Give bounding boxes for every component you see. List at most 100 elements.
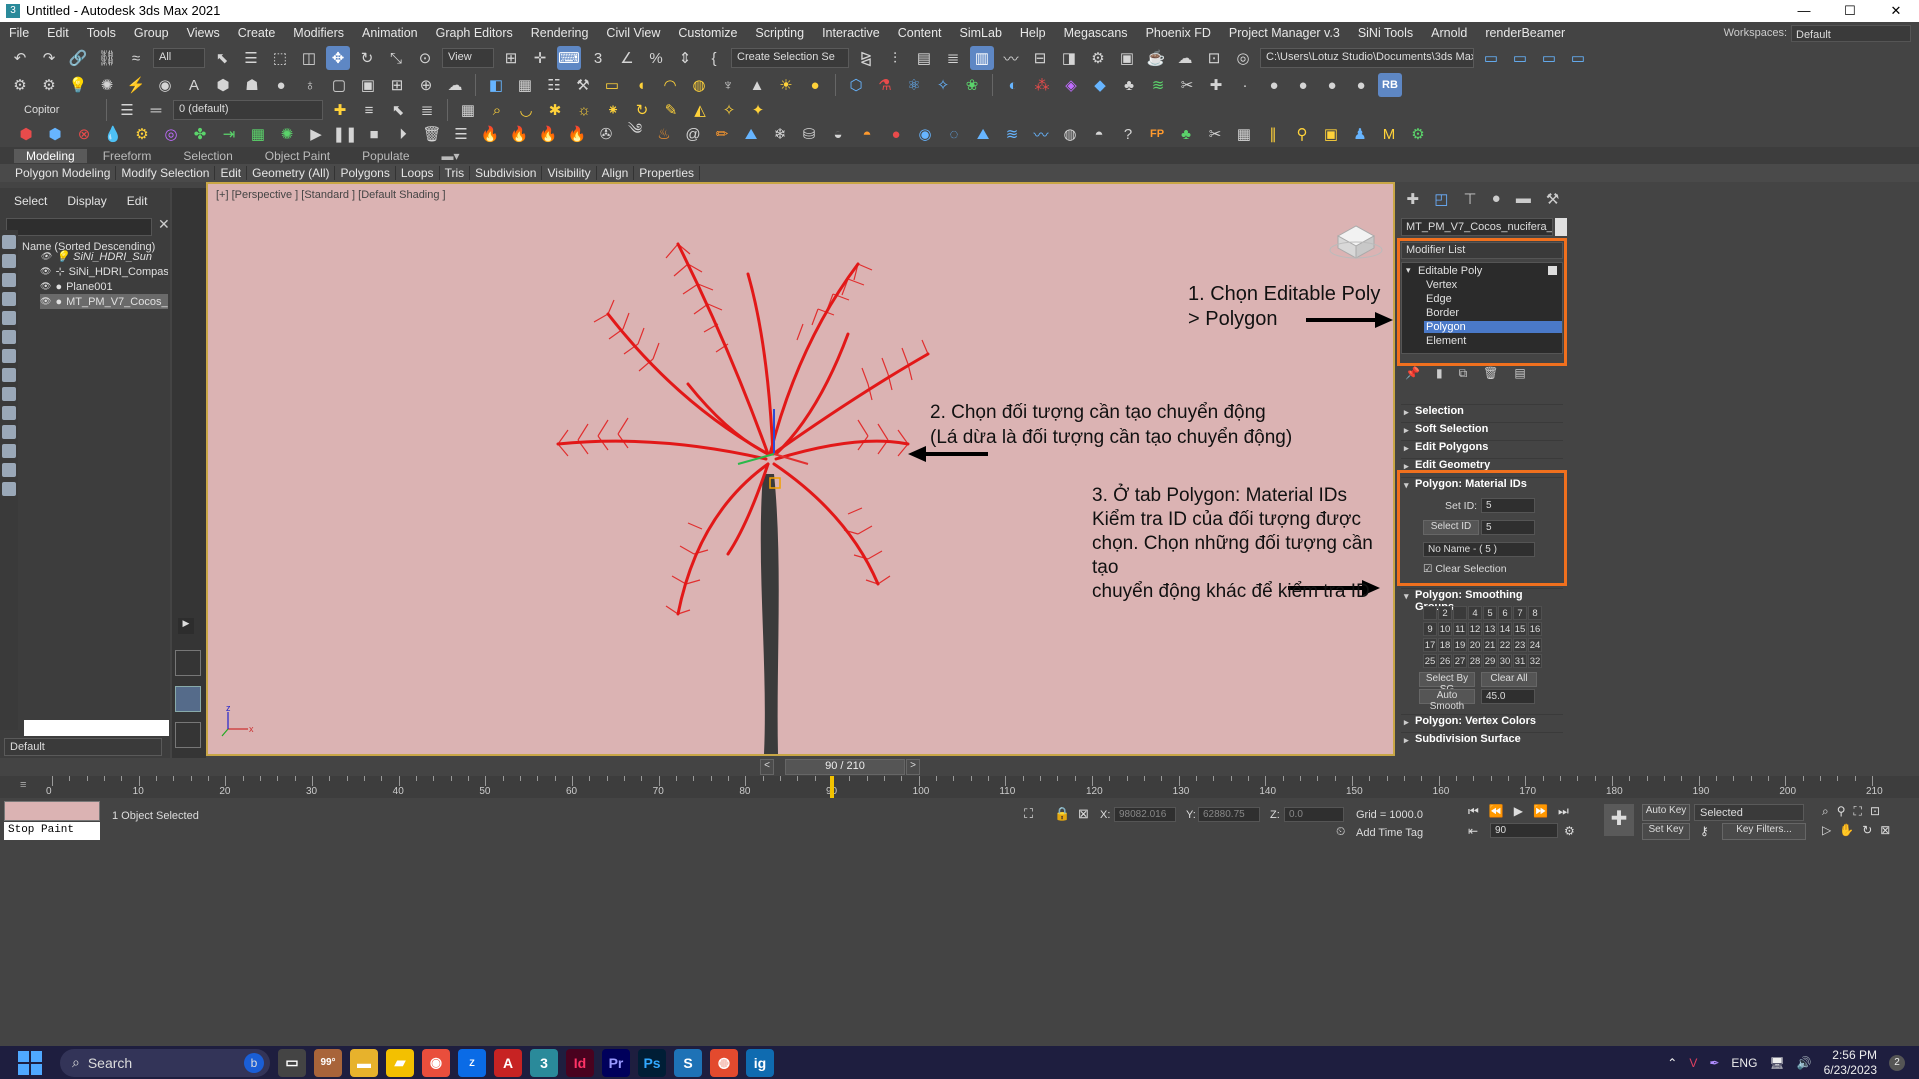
globe-icon[interactable]: ◍ xyxy=(1058,122,1082,146)
notification-badge[interactable]: 2 xyxy=(1889,1054,1905,1071)
emitter-icon[interactable]: ✇ xyxy=(594,122,618,146)
tray-chevron-icon[interactable]: ⌃ xyxy=(1667,1056,1677,1070)
rb-button[interactable]: RB xyxy=(1378,73,1402,97)
network-icon[interactable]: 🖥 xyxy=(1769,1056,1784,1070)
list-icon[interactable]: ☰ xyxy=(449,122,473,146)
vray-tree-icon[interactable]: ♣ xyxy=(1117,73,1141,97)
percent-snap-icon[interactable]: % xyxy=(644,46,668,70)
rollout-subdivision-surface[interactable]: Subdivision Surface xyxy=(1401,732,1563,749)
menu-graph-editors[interactable]: Graph Editors xyxy=(427,26,522,40)
text-icon[interactable]: A xyxy=(182,73,206,97)
cube-blue-icon[interactable]: ⬢ xyxy=(43,122,67,146)
arrow-green-icon[interactable]: ⇥ xyxy=(217,122,241,146)
help-icon[interactable]: ? xyxy=(1116,122,1140,146)
smoothing-group-button[interactable] xyxy=(1423,606,1437,620)
scene-node-selected[interactable]: 👁 ●MT_PM_V7_Cocos_nucifera_01_L xyxy=(40,294,168,309)
spinner-snap-icon[interactable]: ⇕ xyxy=(673,46,697,70)
vray-fur-icon[interactable]: ♆ xyxy=(716,73,740,97)
ribbon-polygons[interactable]: Polygons xyxy=(335,166,396,180)
vray-decal-icon[interactable]: ✧ xyxy=(931,73,955,97)
select-manipulate-icon[interactable]: ✛ xyxy=(528,46,552,70)
bucket-icon[interactable]: ⛁ xyxy=(797,122,821,146)
explorer-tab-display[interactable]: Display xyxy=(67,194,106,208)
bind-space-warp-icon[interactable]: ≈ xyxy=(124,46,148,70)
geometry-filter-icon[interactable] xyxy=(2,254,16,268)
menu-phoenix-fd[interactable]: Phoenix FD xyxy=(1137,26,1220,40)
select-by-sg-button[interactable]: Select By SG xyxy=(1419,672,1475,695)
stop-icon[interactable]: ■ xyxy=(362,122,386,146)
menu-scripting[interactable]: Scripting xyxy=(746,26,813,40)
wave-icon[interactable]: ◌ xyxy=(942,122,966,146)
minimize-button[interactable]: — xyxy=(1781,0,1827,22)
schematic-view-icon[interactable]: ⊟ xyxy=(1028,46,1052,70)
display-tab-icon[interactable]: ▬ xyxy=(1516,190,1531,208)
window-layout-3-icon[interactable]: ▭ xyxy=(1566,46,1590,70)
motion-tab-icon[interactable]: ● xyxy=(1492,190,1501,208)
sini-scatter-icon[interactable]: ✱ xyxy=(543,98,567,122)
smoothing-group-button[interactable]: 32 xyxy=(1528,654,1542,668)
clock[interactable]: 2:56 PM 6/23/2023 xyxy=(1824,1048,1877,1078)
smoothing-group-button[interactable]: 26 xyxy=(1438,654,1452,668)
remove-modifier-icon[interactable]: 🗑 xyxy=(1483,366,1498,381)
helper-filter-icon[interactable] xyxy=(2,330,16,344)
vray-mesh-icon[interactable]: ⚒ xyxy=(571,73,595,97)
windows-start-icon[interactable] xyxy=(18,1050,42,1075)
vray-sun-icon[interactable]: ☀ xyxy=(774,73,798,97)
frozen-filter-icon[interactable] xyxy=(2,444,16,458)
glacier-icon[interactable]: ⛰ xyxy=(971,122,995,146)
sketchup-icon[interactable]: S xyxy=(674,1048,702,1077)
set-id-spinner[interactable]: 5 xyxy=(1481,498,1535,513)
fire-icon[interactable]: 🔥 xyxy=(478,122,502,146)
sini-hdri-icon[interactable]: ☼ xyxy=(572,98,596,122)
menu-modifiers[interactable]: Modifiers xyxy=(284,26,353,40)
pause-icon[interactable]: ❚❚ xyxy=(332,122,357,146)
grid-green-icon[interactable]: ▦ xyxy=(246,122,270,146)
menu-civil-view[interactable]: Civil View xyxy=(597,26,669,40)
object-icon[interactable]: ⬢ xyxy=(211,73,235,97)
cube-red-icon[interactable]: ⬢ xyxy=(14,122,38,146)
auto-smooth-button[interactable]: Auto Smooth xyxy=(1419,689,1475,712)
track-bar[interactable]: 0102030405060708090100110120130140150160… xyxy=(0,776,1919,798)
proxy-icon[interactable]: ⊕ xyxy=(414,73,438,97)
target-icon[interactable]: ◎ xyxy=(159,122,183,146)
tree-icon[interactable]: ♣ xyxy=(1174,122,1198,146)
pin-stack-icon[interactable]: 📌 xyxy=(1405,366,1420,381)
smoothing-group-button[interactable]: 11 xyxy=(1453,622,1467,636)
water-icon[interactable]: ≋ xyxy=(1000,122,1024,146)
undo-icon[interactable]: ↶ xyxy=(8,46,32,70)
ribbon-visibility[interactable]: Visibility xyxy=(542,166,597,180)
explorer-scrollbar[interactable] xyxy=(24,720,169,736)
sini-icon[interactable]: ▦ xyxy=(456,98,480,122)
smoothing-group-button[interactable]: 18 xyxy=(1438,638,1452,652)
object-color-swatch[interactable] xyxy=(1555,218,1567,236)
bing-icon[interactable]: b xyxy=(244,1052,264,1073)
menu-help[interactable]: Help xyxy=(1011,26,1055,40)
project-folder-dropdown[interactable]: C:\Users\Lotuz Studio\Documents\3ds Max … xyxy=(1260,48,1474,68)
app-icon-blue[interactable]: ig xyxy=(746,1048,774,1077)
time-tag-icon[interactable]: ⏲ xyxy=(1336,824,1345,839)
smoothing-group-button[interactable]: 21 xyxy=(1483,638,1497,652)
current-frame-field[interactable]: 90 xyxy=(1490,823,1558,838)
time-slider[interactable]: < 90 / 210 > xyxy=(760,758,960,776)
ocean-icon[interactable]: ⛰ xyxy=(739,122,763,146)
clear-all-button[interactable]: Clear All xyxy=(1481,672,1537,687)
pivot-icon[interactable]: ⊞ xyxy=(499,46,523,70)
vray-lister-icon[interactable]: ☷ xyxy=(542,73,566,97)
language-indicator[interactable]: ENG xyxy=(1731,1056,1757,1070)
sini-forensic-icon[interactable]: ◭ xyxy=(688,98,712,122)
auto-key-button[interactable]: Auto Key xyxy=(1642,804,1690,821)
bone-filter-icon[interactable] xyxy=(2,406,16,420)
sini-jumble-icon[interactable]: ⁕ xyxy=(601,98,625,122)
set-current-layer-icon[interactable]: ≣ xyxy=(415,98,439,122)
task-view-icon[interactable]: ▭ xyxy=(278,1048,306,1077)
camera-icon[interactable]: ◉ xyxy=(153,73,177,97)
scene-node[interactable]: 👁 ● Plane001 xyxy=(40,279,168,294)
brush-icon[interactable]: ✏ xyxy=(710,122,734,146)
zoom-extents-icon[interactable]: ⛶ xyxy=(1854,804,1862,819)
vlc-tray-icon[interactable]: V xyxy=(1689,1056,1697,1070)
shape-filter-icon[interactable] xyxy=(2,273,16,287)
add-time-tag[interactable]: Add Time Tag xyxy=(1356,827,1423,839)
tab-modeling[interactable]: Modeling xyxy=(14,148,87,163)
stack-edge[interactable]: Edge xyxy=(1426,293,1452,305)
utilities-tab-icon[interactable]: ⚒ xyxy=(1546,190,1559,208)
